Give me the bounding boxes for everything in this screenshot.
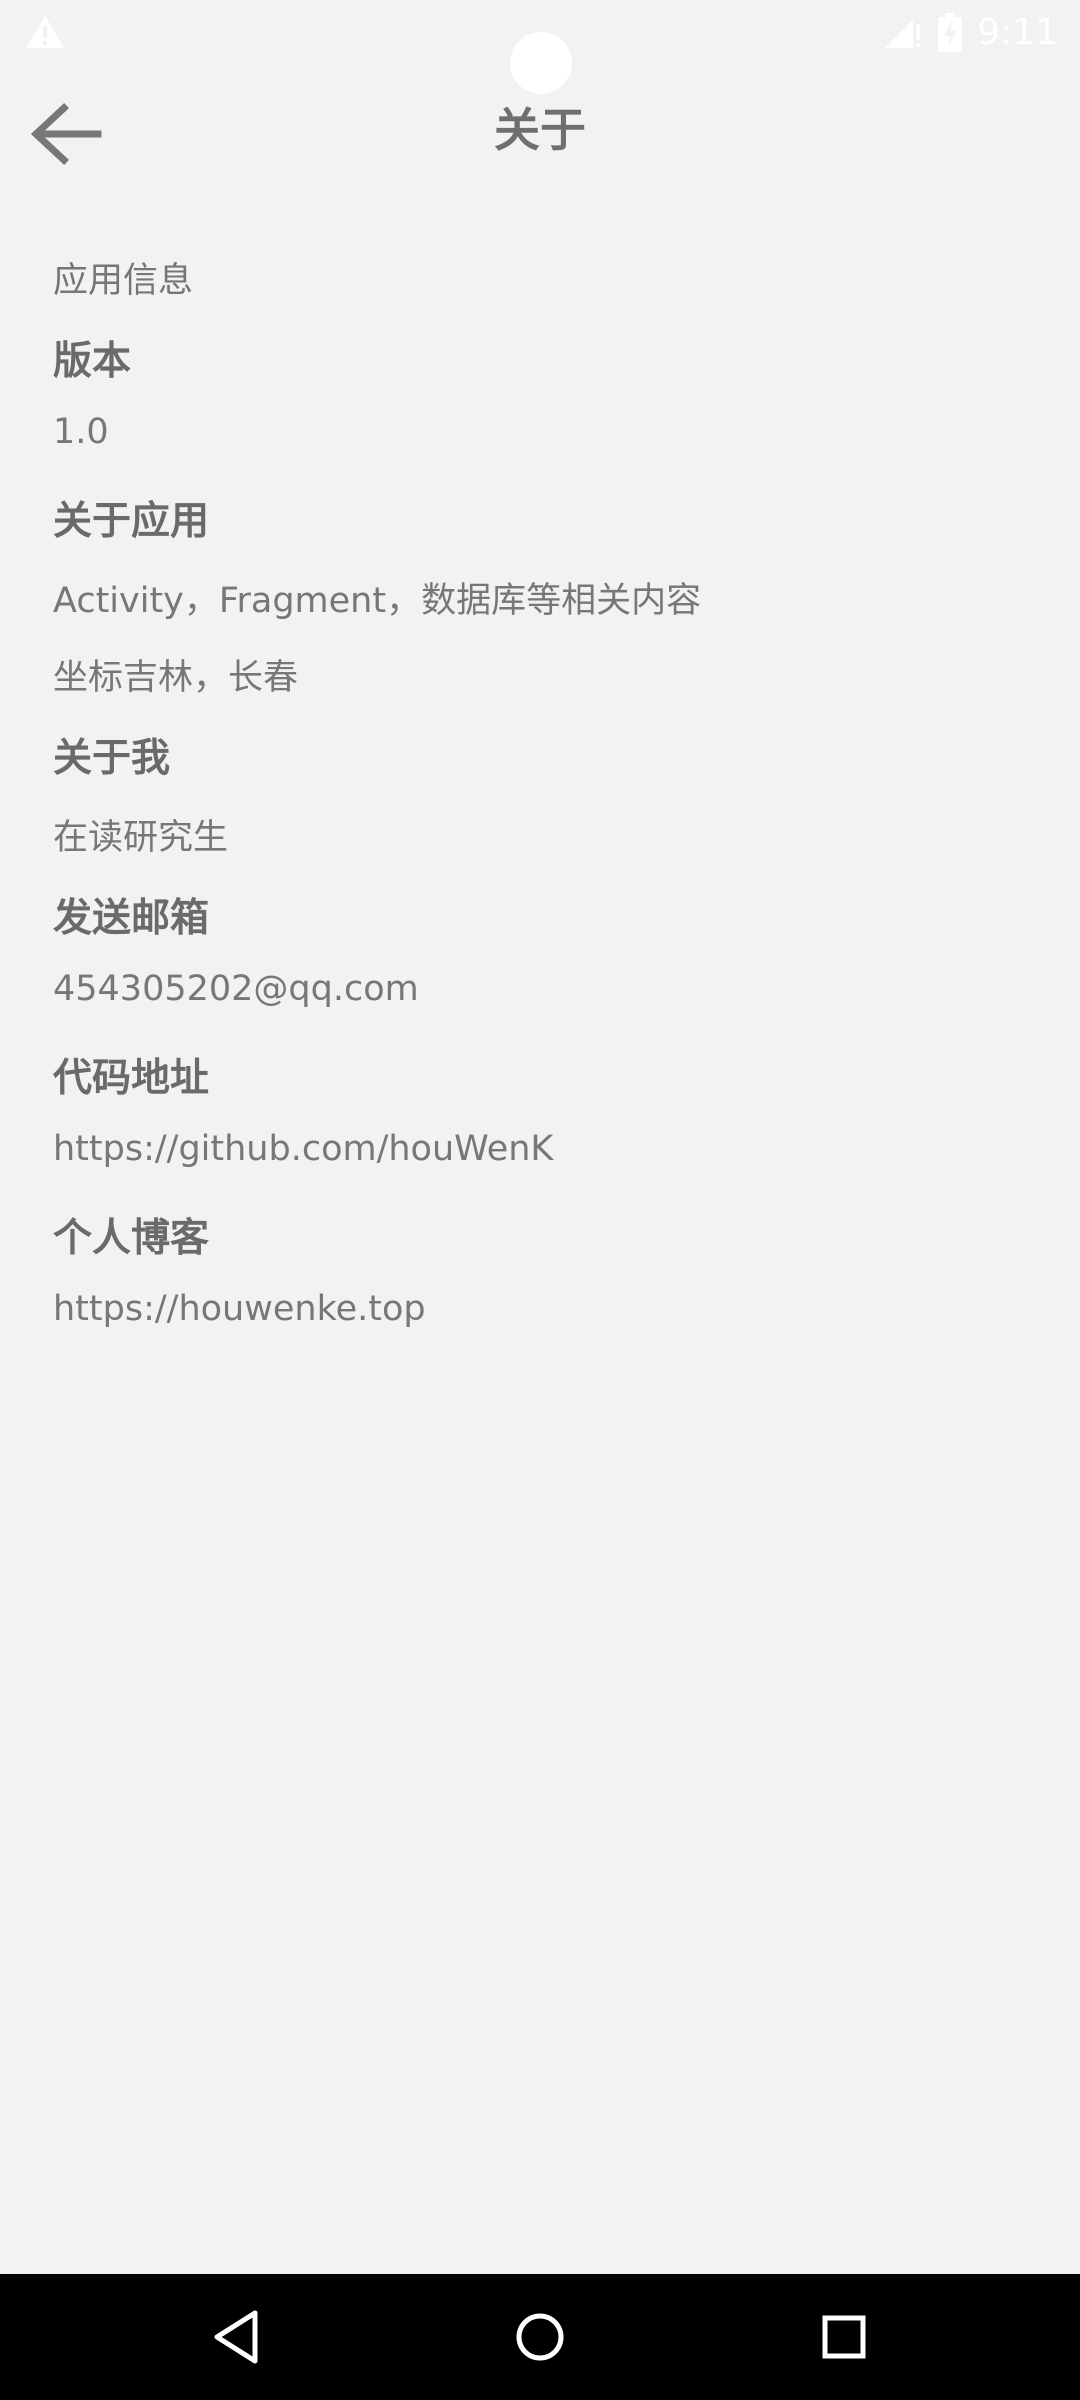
email-value[interactable]: 454305202@qq.com — [53, 969, 419, 1009]
about-app-description: Activity，Fragment，数据库等相关内容 — [53, 581, 702, 621]
battery-icon — [938, 13, 963, 52]
section-caption: 应用信息 — [53, 261, 194, 301]
status-icons: 9:11 — [883, 10, 1058, 56]
warning-icon — [26, 16, 64, 48]
about-app-location: 坐标吉林，长春 — [53, 658, 299, 698]
signal-icon — [885, 20, 921, 48]
nav-recents-button[interactable] — [804, 2297, 884, 2377]
page-title: 关于 — [494, 103, 586, 157]
nav-back-button[interactable] — [196, 2297, 276, 2377]
code-link[interactable]: https://github.com/houWenK — [53, 1129, 553, 1169]
recents-square-icon — [822, 2315, 866, 2359]
version-heading: 版本 — [53, 339, 132, 384]
about-app-heading: 关于应用 — [53, 499, 210, 544]
code-heading: 代码地址 — [53, 1056, 210, 1101]
home-circle-icon — [516, 2313, 564, 2361]
version-value: 1.0 — [53, 412, 109, 452]
email-heading: 发送邮箱 — [53, 896, 210, 941]
back-triangle-icon — [214, 2310, 258, 2364]
about-me-heading: 关于我 — [53, 736, 171, 781]
system-nav-bar — [0, 2274, 1080, 2400]
blog-link[interactable]: https://houwenke.top — [53, 1289, 426, 1329]
status-time: 9:11 — [977, 12, 1058, 53]
nav-home-button[interactable] — [500, 2297, 580, 2377]
blog-heading: 个人博客 — [53, 1216, 210, 1261]
app-bar: 关于 — [0, 66, 1080, 200]
about-me-value: 在读研究生 — [53, 818, 229, 858]
